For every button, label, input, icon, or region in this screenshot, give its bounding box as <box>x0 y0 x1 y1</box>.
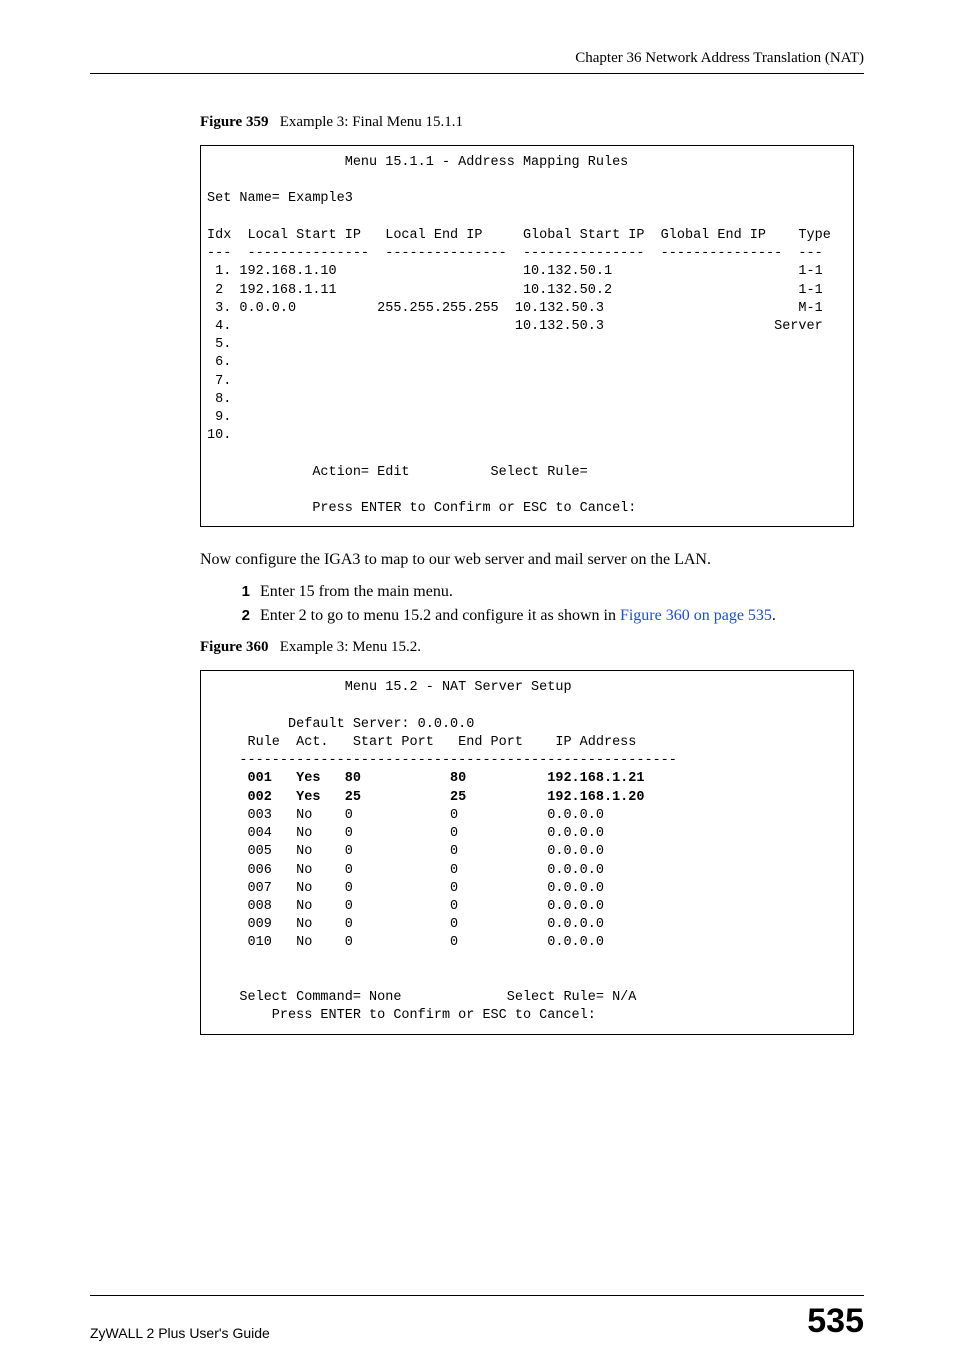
step-list: 1 Enter 15 from the main menu. 2 Enter 2 t… <box>230 583 864 625</box>
step-2: 2 Enter 2 to go to menu 15.2 and configur… <box>230 607 864 625</box>
page: Chapter 36 Network Address Translation (… <box>0 0 954 1371</box>
figure-360-desc: Example 3: Menu 15.2. <box>280 639 421 655</box>
figure-359-label: Figure 359 <box>200 114 268 130</box>
step-1: 1 Enter 15 from the main menu. <box>230 583 864 601</box>
figure-359-caption: Figure 359 Example 3: Final Menu 15.1.1 <box>200 114 864 131</box>
footer-guide-name: ZyWALL 2 Plus User's Guide <box>90 1325 270 1341</box>
footer: ZyWALL 2 Plus User's Guide 535 <box>90 1296 864 1341</box>
step-2-number: 2 <box>230 607 250 624</box>
figure-360-caption: Figure 360 Example 3: Menu 15.2. <box>200 639 864 656</box>
chapter-header: Chapter 36 Network Address Translation (… <box>90 50 864 67</box>
footer-page-number: 535 <box>807 1302 864 1341</box>
figure-360-link[interactable]: Figure 360 on page 535 <box>620 607 772 624</box>
step-2-text-b: . <box>772 607 776 624</box>
figure-360-label: Figure 360 <box>200 639 268 655</box>
figure-360-terminal-rest: 003 No 0 0 0.0.0.0 004 No 0 0 0.0.0.0 00… <box>207 808 636 1023</box>
step-1-text: Enter 15 from the main menu. <box>260 583 453 600</box>
body-paragraph: Now configure the IGA3 to map to our web… <box>200 551 864 569</box>
step-1-number: 1 <box>230 583 250 600</box>
figure-360-terminal: Menu 15.2 - NAT Server Setup Default Ser… <box>200 670 854 1034</box>
figure-360-terminal-head: Menu 15.2 - NAT Server Setup Default Ser… <box>207 680 677 768</box>
figure-359-terminal: Menu 15.1.1 - Address Mapping Rules Set … <box>200 145 854 527</box>
step-2-text-a: Enter 2 to go to menu 15.2 and configure… <box>260 607 620 624</box>
figure-359-desc: Example 3: Final Menu 15.1.1 <box>280 114 463 130</box>
figure-360-terminal-bold: 001 Yes 80 80 192.168.1.21 002 Yes 25 25… <box>207 771 644 804</box>
top-rule <box>90 73 864 74</box>
